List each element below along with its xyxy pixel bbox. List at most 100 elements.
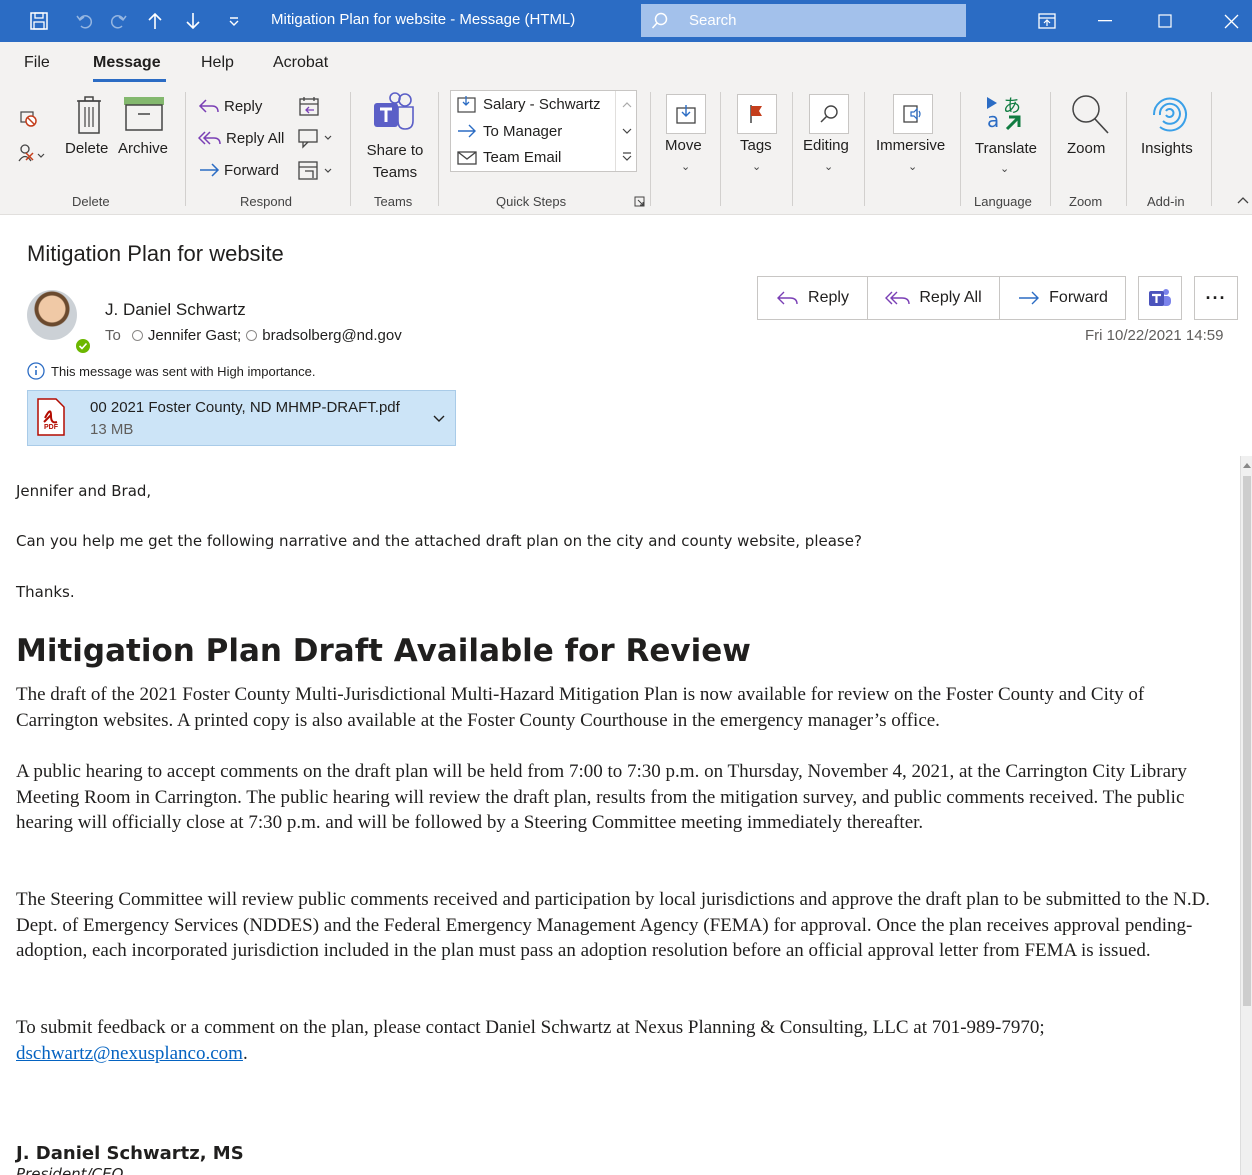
tab-message[interactable]: Message: [93, 54, 161, 72]
customize-toolbar-icon[interactable]: [221, 0, 247, 42]
search-placeholder: Search: [689, 12, 737, 29]
group-separator: [864, 92, 865, 206]
insights-button[interactable]: Insights: [1141, 140, 1193, 157]
teams-share-button[interactable]: [1138, 276, 1182, 320]
immersive-button[interactable]: Immersive: [876, 137, 945, 154]
more-icon: ···: [1205, 287, 1227, 308]
group-label-quick-steps: Quick Steps: [496, 194, 567, 209]
teams-icon: [1148, 287, 1172, 309]
forward-button[interactable]: Forward: [198, 161, 279, 179]
window-title: Mitigation Plan for website - Message (H…: [271, 11, 576, 28]
move-icon[interactable]: [666, 94, 706, 134]
close-icon[interactable]: [1210, 0, 1252, 42]
zoom-button[interactable]: Zoom: [1067, 140, 1105, 157]
collapse-ribbon-icon[interactable]: [1236, 192, 1250, 208]
group-separator: [960, 92, 961, 206]
attachment-menu-chevron-icon[interactable]: [428, 409, 450, 429]
chevron-down-icon: ⌄: [681, 161, 691, 173]
paragraph: To submit feedback or a comment on the p…: [16, 1015, 1231, 1066]
forward-icon: [198, 161, 220, 179]
gallery-down-icon[interactable]: [620, 121, 634, 141]
reply-all-label: Reply All: [226, 129, 285, 147]
group-label-teams: Teams: [374, 194, 413, 209]
reply-icon: [198, 97, 220, 115]
group-separator: [1211, 92, 1212, 206]
attachment-size: 13 MB: [90, 421, 134, 438]
quick-step-team-email[interactable]: Team Email: [457, 149, 561, 166]
editing-button[interactable]: Editing: [803, 137, 849, 154]
scrollbar-thumb[interactable]: [1243, 476, 1251, 1006]
chevron-down-icon: ⌄: [752, 161, 762, 173]
tab-acrobat[interactable]: Acrobat: [273, 54, 328, 72]
quick-step-salary[interactable]: Salary - Schwartz: [457, 95, 601, 113]
ribbon-display-options-icon[interactable]: [1030, 0, 1064, 42]
reply-label: Reply: [808, 289, 849, 306]
ignore-icon[interactable]: [16, 106, 40, 130]
gallery-more-icon[interactable]: [620, 146, 634, 166]
reply-all-button[interactable]: Reply All: [198, 129, 284, 147]
sender-name[interactable]: J. Daniel Schwartz: [105, 300, 246, 320]
zoom-icon[interactable]: [1067, 92, 1111, 136]
archive-button[interactable]: Archive: [118, 140, 168, 157]
attachment-card[interactable]: PDF 00 2021 Foster County, ND MHMP-DRAFT…: [27, 390, 456, 446]
request-text: Can you help me get the following narrat…: [16, 532, 862, 550]
greeting: Jennifer and Brad,: [16, 482, 152, 500]
translate-icon[interactable]: aあ: [982, 92, 1026, 134]
more-respond-icon[interactable]: [296, 158, 338, 182]
quick-steps-gallery: Salary - Schwartz To Manager Team Email: [450, 90, 637, 172]
email-link[interactable]: dschwartz@nexusplanco.com: [16, 1043, 243, 1064]
save-icon[interactable]: [22, 0, 56, 42]
to-label: To: [105, 327, 121, 344]
vertical-scrollbar[interactable]: [1240, 456, 1252, 1175]
active-tab-indicator: [93, 79, 166, 82]
search-box[interactable]: Search: [641, 4, 966, 37]
group-label-language: Language: [974, 194, 1032, 209]
translate-button[interactable]: Translate: [975, 140, 1037, 157]
contact-text: To submit feedback or a comment on the p…: [16, 1017, 1045, 1038]
quick-step-label: Team Email: [483, 149, 562, 166]
minimize-icon[interactable]: [1082, 0, 1128, 42]
tags-button[interactable]: Tags: [740, 137, 772, 154]
tab-file[interactable]: File: [24, 54, 50, 72]
teams-icon[interactable]: [371, 90, 417, 136]
undo-icon[interactable]: [70, 0, 100, 42]
gallery-up-icon[interactable]: [620, 95, 634, 115]
maximize-icon[interactable]: [1142, 0, 1188, 42]
more-actions-button[interactable]: ···: [1194, 276, 1238, 320]
menu-bar: File Message Help Acrobat: [0, 42, 1252, 84]
previous-item-icon[interactable]: [140, 0, 170, 42]
archive-icon[interactable]: [123, 96, 165, 132]
delete-button[interactable]: Delete: [65, 140, 108, 157]
immersive-reader-icon[interactable]: [893, 94, 933, 134]
forward-label: Forward: [1049, 289, 1108, 306]
quick-step-to-manager[interactable]: To Manager: [457, 122, 562, 140]
reply-label: Reply: [224, 97, 263, 115]
cleanup-icon[interactable]: [14, 141, 50, 165]
recipient[interactable]: bradsolberg@nd.gov: [262, 327, 401, 344]
insights-icon[interactable]: [1145, 92, 1191, 136]
tab-help[interactable]: Help: [201, 54, 234, 72]
info-icon: [27, 362, 45, 380]
header-reply-button[interactable]: Reply: [757, 276, 868, 320]
header-forward-button[interactable]: Forward: [1000, 276, 1126, 320]
scroll-up-icon[interactable]: [1242, 459, 1252, 471]
svg-text:あ: あ: [1003, 96, 1021, 117]
flag-icon[interactable]: [737, 94, 777, 134]
im-reply-icon[interactable]: [296, 126, 338, 150]
group-separator: [792, 92, 793, 206]
importance-banner: This message was sent with High importan…: [27, 362, 315, 380]
move-button[interactable]: Move: [665, 137, 702, 154]
header-reply-all-button[interactable]: Reply All: [868, 276, 1000, 320]
chevron-down-icon: ⌄: [908, 161, 918, 173]
share-to-teams-button[interactable]: Share to Teams: [365, 140, 425, 184]
reply-button[interactable]: Reply: [198, 97, 262, 115]
recipient[interactable]: Jennifer Gast;: [148, 327, 241, 344]
avatar: [27, 290, 77, 340]
dialog-launcher-icon[interactable]: [632, 194, 646, 208]
next-item-icon[interactable]: [178, 0, 208, 42]
find-icon[interactable]: [809, 94, 849, 134]
delete-icon[interactable]: [72, 92, 106, 138]
meeting-reply-icon[interactable]: [296, 94, 322, 118]
chevron-down-icon: ⌄: [824, 161, 834, 173]
redo-icon[interactable]: [103, 0, 133, 42]
